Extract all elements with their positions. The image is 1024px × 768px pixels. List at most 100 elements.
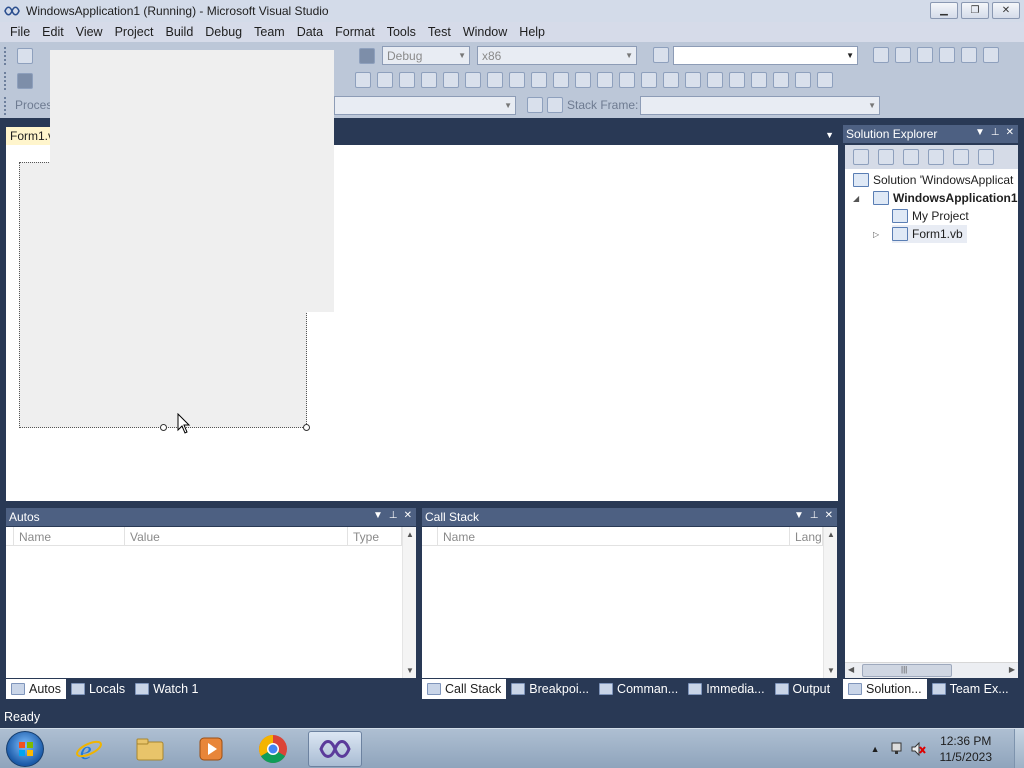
scroll-down-icon[interactable]: ▼: [827, 666, 835, 675]
close-icon[interactable]: ✕: [825, 510, 833, 521]
tab-immediate[interactable]: Immedia...: [683, 679, 769, 699]
menu-debug[interactable]: Debug: [199, 25, 248, 39]
menu-test[interactable]: Test: [422, 25, 457, 39]
view-code-icon[interactable]: [928, 149, 944, 165]
bring-to-front-icon[interactable]: [751, 72, 767, 88]
menu-format[interactable]: Format: [329, 25, 381, 39]
stack-frame-combo[interactable]: ▼: [640, 96, 880, 115]
align-lefts-icon[interactable]: [355, 72, 371, 88]
column-value[interactable]: Value: [125, 527, 348, 546]
properties-icon[interactable]: [895, 47, 911, 63]
network-icon[interactable]: [890, 741, 906, 757]
tree-item-my-project[interactable]: My Project: [892, 207, 969, 225]
tab-locals[interactable]: Locals: [66, 679, 130, 699]
tab-command[interactable]: Comman...: [594, 679, 683, 699]
extension-manager-icon[interactable]: [961, 47, 977, 63]
flag-all-threads-icon[interactable]: [547, 97, 563, 113]
tab-autos[interactable]: Autos: [6, 679, 66, 699]
scroll-down-icon[interactable]: ▼: [406, 666, 414, 675]
window-position-dropdown-icon[interactable]: ▼: [975, 127, 985, 138]
menu-team[interactable]: Team: [248, 25, 291, 39]
align-rights-icon[interactable]: [399, 72, 415, 88]
show-desktop-button[interactable]: [1014, 729, 1024, 768]
menu-view[interactable]: View: [70, 25, 109, 39]
start-button[interactable]: [6, 731, 44, 767]
column-type[interactable]: Type: [348, 527, 402, 546]
internet-explorer-taskbar-button[interactable]: e: [62, 731, 116, 767]
align-centers-icon[interactable]: [377, 72, 393, 88]
scroll-thumb[interactable]: |||: [862, 664, 952, 677]
tree-item-form1[interactable]: Form1.vb: [892, 225, 967, 243]
menu-build[interactable]: Build: [159, 25, 199, 39]
media-player-taskbar-button[interactable]: [184, 731, 238, 767]
object-browser-icon[interactable]: [917, 47, 933, 63]
tab-breakpoints[interactable]: Breakpoi...: [506, 679, 594, 699]
increase-spacing-icon[interactable]: [575, 72, 591, 88]
center-vertically-icon[interactable]: [729, 72, 745, 88]
close-icon[interactable]: ✕: [1006, 127, 1014, 138]
clock[interactable]: 12:36 PM 11/5/2023: [940, 733, 993, 765]
start-page-icon[interactable]: [983, 47, 999, 63]
toolbar-grip[interactable]: [4, 96, 10, 115]
tab-order-icon[interactable]: [795, 72, 811, 88]
send-to-back-icon[interactable]: [773, 72, 789, 88]
tab-output[interactable]: Output: [770, 679, 836, 699]
close-icon[interactable]: ✕: [404, 510, 412, 521]
column-name[interactable]: Name: [14, 527, 125, 546]
show-all-files-icon[interactable]: [878, 149, 894, 165]
find-combo[interactable]: ▼: [673, 46, 858, 65]
column-language[interactable]: Lang: [790, 527, 823, 546]
center-horizontally-icon[interactable]: [707, 72, 723, 88]
file-explorer-taskbar-button[interactable]: [123, 731, 177, 767]
autos-vscrollbar[interactable]: ▲ ▼: [402, 527, 416, 678]
resize-handle-bottom-right[interactable]: [303, 424, 310, 431]
visual-studio-taskbar-button[interactable]: [308, 731, 362, 767]
tab-solution-explorer[interactable]: Solution...: [843, 679, 927, 699]
thread-combo[interactable]: ▼: [334, 96, 516, 115]
window-position-dropdown-icon[interactable]: ▼: [373, 510, 383, 521]
decrease-vspacing-icon[interactable]: [663, 72, 679, 88]
view-designer-icon[interactable]: [953, 149, 969, 165]
show-hidden-icons-icon[interactable]: ▲: [871, 744, 880, 754]
vertical-spacing-icon[interactable]: [619, 72, 635, 88]
align-bottoms-icon[interactable]: [465, 72, 481, 88]
volume-muted-icon[interactable]: [910, 741, 926, 757]
minimize-button[interactable]: ▁: [930, 2, 958, 19]
lock-controls-icon[interactable]: [817, 72, 833, 88]
resize-handle-bottom[interactable]: [160, 424, 167, 431]
expand-icon[interactable]: ▷: [873, 230, 879, 239]
toggle-flag-icon[interactable]: [527, 97, 543, 113]
window-position-dropdown-icon[interactable]: ▼: [794, 510, 804, 521]
view-class-diagram-icon[interactable]: [978, 149, 994, 165]
toolbar-grip[interactable]: [4, 46, 10, 65]
scroll-up-icon[interactable]: ▲: [406, 530, 414, 539]
auto-hide-pin-icon[interactable]: ⊥: [389, 510, 398, 521]
menu-tools[interactable]: Tools: [381, 25, 422, 39]
tree-item-project[interactable]: WindowsApplication1: [873, 189, 1018, 207]
active-files-dropdown-icon[interactable]: ▼: [825, 130, 834, 140]
tab-team-explorer[interactable]: Team Ex...: [927, 679, 1014, 699]
menu-window[interactable]: Window: [457, 25, 513, 39]
horizontal-spacing-icon[interactable]: [553, 72, 569, 88]
auto-hide-pin-icon[interactable]: ⊥: [810, 510, 819, 521]
menu-help[interactable]: Help: [513, 25, 551, 39]
collapse-icon[interactable]: ◢: [853, 194, 859, 203]
menu-file[interactable]: File: [4, 25, 36, 39]
callstack-vscrollbar[interactable]: ▲ ▼: [823, 527, 837, 678]
toolbar-grip[interactable]: [4, 71, 10, 90]
refresh-icon[interactable]: [903, 149, 919, 165]
size-to-grid-icon[interactable]: [509, 72, 525, 88]
make-same-width-icon[interactable]: [487, 72, 503, 88]
solution-platform-combo[interactable]: x86 ▼: [477, 46, 637, 65]
tab-watch1[interactable]: Watch 1: [130, 679, 203, 699]
properties-icon[interactable]: [853, 149, 869, 165]
continue-icon[interactable]: [17, 72, 33, 89]
auto-hide-pin-icon[interactable]: ⊥: [991, 127, 1000, 138]
restore-button[interactable]: ❐: [961, 2, 989, 19]
solution-explorer-icon[interactable]: [873, 47, 889, 63]
scroll-right-icon[interactable]: ▶: [1009, 665, 1015, 674]
close-button[interactable]: ✕: [992, 2, 1020, 19]
decrease-spacing-icon[interactable]: [597, 72, 613, 88]
align-middles-icon[interactable]: [443, 72, 459, 88]
make-same-size-icon[interactable]: [531, 72, 547, 88]
